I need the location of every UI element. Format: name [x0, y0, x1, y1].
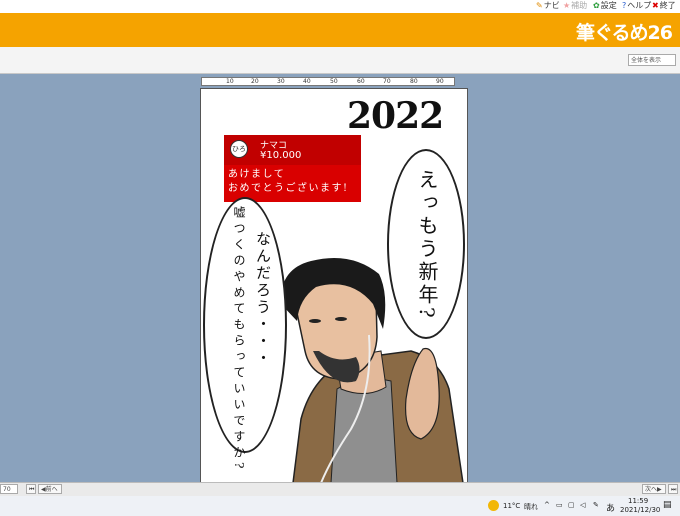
- next-page-button[interactable]: 次へ▶: [642, 484, 666, 494]
- app-brand-logo: 筆ぐるめ26: [575, 22, 673, 44]
- view-mode-select[interactable]: 全体を表示: [628, 54, 676, 66]
- gear-icon: ✿: [593, 1, 600, 10]
- speech-bubble-right-text: えっもう新年?: [415, 169, 439, 321]
- speech-bubble-left-sub-text: 嘘つくのやめてもらっていいですか?: [232, 206, 246, 473]
- menu-exit[interactable]: ✖終了: [652, 0, 676, 11]
- ime-indicator[interactable]: あ: [606, 501, 615, 514]
- speech-bubble-left-main-text: なんだろう・・・: [254, 231, 272, 367]
- menu-help[interactable]: ?ヘルプ: [622, 0, 651, 11]
- close-icon: ✖: [652, 1, 659, 10]
- toolbar: 全体を表示: [0, 47, 680, 74]
- ruler-tick: 90: [436, 78, 444, 85]
- ruler-tick: 40: [303, 78, 311, 85]
- ruler-tick: 70: [383, 78, 391, 85]
- ruler-tick: 20: [251, 78, 259, 85]
- chevron-up-icon[interactable]: ^: [544, 501, 550, 509]
- speaker-icon[interactable]: ◁: [580, 501, 585, 509]
- star-icon: ★: [563, 1, 571, 10]
- notification-icon[interactable]: ▤: [663, 500, 672, 510]
- top-menu-bar: ✎ナビ ★補助 ✿設定 ?ヘルプ ✖終了: [0, 0, 680, 13]
- ruler-tick: 10: [226, 78, 234, 85]
- weather-text: 晴れ: [524, 503, 538, 511]
- menu-assist[interactable]: ★補助: [563, 0, 587, 11]
- last-page-icon[interactable]: ⏭: [668, 484, 678, 494]
- weather-sun-icon: [488, 500, 499, 511]
- ruler-tick: 30: [277, 78, 285, 85]
- pencil-icon: ✎: [536, 1, 543, 10]
- first-page-icon[interactable]: ⏮: [26, 484, 36, 494]
- question-icon: ?: [622, 1, 627, 10]
- clock-date[interactable]: 2021/12/30: [620, 506, 660, 514]
- temperature: 11°C: [503, 502, 521, 510]
- pen-icon[interactable]: ✎: [593, 501, 599, 509]
- ruler-tick: 80: [410, 78, 418, 85]
- menu-navi[interactable]: ✎ナビ: [536, 0, 560, 11]
- os-taskbar: 11°C 晴れ ^ ▭ ▢ ◁ ✎ あ 11:59 2021/12/30 ▤: [0, 496, 680, 516]
- ruler-tick: 50: [330, 78, 338, 85]
- horizontal-ruler: 10 20 30 40 50 60 70 80 90: [201, 77, 455, 86]
- display-icon[interactable]: ▢: [568, 501, 575, 509]
- page-nav-bar: 70 ⏮ ◀前へ 次へ▶ ⏭: [0, 482, 680, 496]
- menu-settings[interactable]: ✿設定: [593, 0, 617, 11]
- prev-page-button[interactable]: ◀前へ: [38, 484, 62, 494]
- ruler-tick: 60: [357, 78, 365, 85]
- new-year-card[interactable]: 2022 ひろ ナマコ ¥10.000 あけまして おめでとうございます! えっ…: [200, 88, 468, 484]
- app-banner: 筆ぐるめ26: [0, 13, 680, 47]
- network-icon[interactable]: ▭: [556, 501, 563, 509]
- zoom-field[interactable]: 70: [0, 484, 18, 494]
- clock-time[interactable]: 11:59: [628, 497, 648, 505]
